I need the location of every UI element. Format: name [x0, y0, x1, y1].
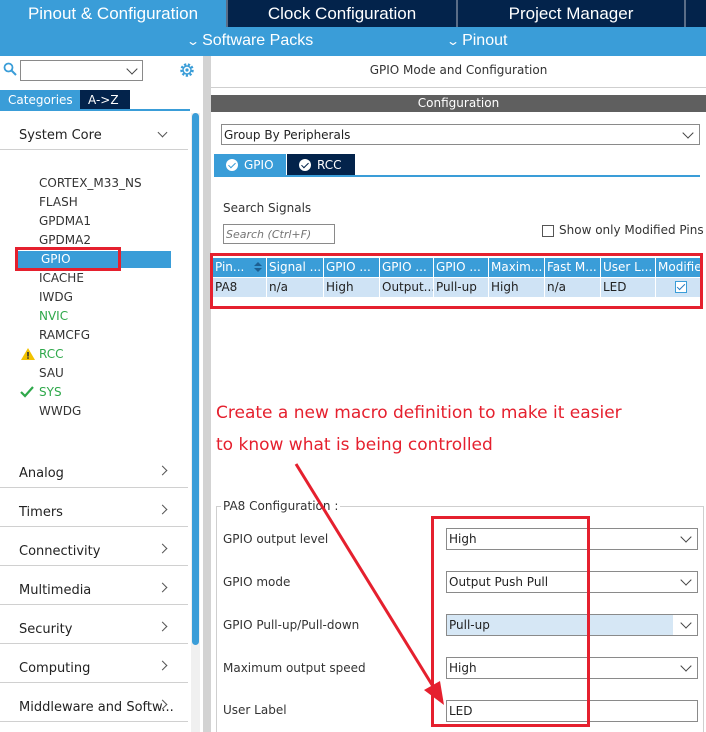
show-modified-checkbox[interactable]	[542, 225, 554, 237]
tab-clock-configuration[interactable]: Clock Configuration	[228, 0, 458, 27]
chevron-down-icon	[126, 63, 138, 75]
software-packs-menu[interactable]: ⌄ Software Packs	[185, 32, 314, 50]
show-modified-label: Show only Modified Pins	[559, 223, 704, 237]
category-analog[interactable]: Analog	[0, 458, 188, 488]
pinout-menu[interactable]: ⌄ Pinout	[445, 32, 508, 50]
tab-project-manager[interactable]: Project Manager	[458, 0, 686, 27]
chevron-right-icon	[157, 660, 168, 671]
search-signals-input[interactable]	[223, 224, 335, 244]
panel-splitter[interactable]	[203, 56, 211, 732]
chevron-down-icon: ⌄	[445, 34, 461, 48]
label-pull-up-down: GPIO Pull-up/Pull-down	[223, 618, 360, 632]
chevron-down-icon: ⌄	[185, 34, 201, 48]
chevron-right-icon	[157, 465, 168, 476]
periph-rcc[interactable]: RCC	[39, 347, 64, 361]
chevron-down-icon	[682, 127, 694, 139]
tab-label: RCC	[317, 157, 342, 172]
periph-iwdg[interactable]: IWDG	[39, 290, 73, 304]
annotation-box-gpio	[15, 247, 121, 271]
periph-gpdma1[interactable]: GPDMA1	[39, 214, 91, 228]
sub-menu-bar: ⌄ Software Packs ⌄ Pinout	[0, 27, 706, 56]
periph-nvic[interactable]: NVIC	[39, 309, 68, 323]
left-scrollbar-thumb[interactable]	[192, 113, 199, 645]
chevron-right-icon	[157, 621, 168, 632]
periph-sys[interactable]: SYS	[39, 385, 62, 399]
label-user-label: User Label	[223, 703, 287, 717]
periph-cortex-m33-ns[interactable]: CORTEX_M33_NS	[39, 176, 142, 190]
category-multimedia[interactable]: Multimedia	[0, 575, 188, 605]
chevron-down-icon	[157, 127, 168, 138]
pa8-configuration-title: PA8 Configuration :	[221, 499, 341, 513]
tab-pinout-configuration[interactable]: Pinout & Configuration	[0, 0, 228, 27]
category-computing[interactable]: Computing	[0, 653, 188, 683]
category-label: Multimedia	[19, 583, 92, 598]
configuration-header: Configuration	[211, 95, 706, 112]
check-circle-icon	[226, 158, 238, 171]
software-packs-label: Software Packs	[202, 32, 314, 49]
mode-title: GPIO Mode and Configuration	[369, 63, 548, 77]
label-gpio-mode: GPIO mode	[223, 575, 291, 589]
stm32cubemx-window: Pinout & Configuration Clock Configurati…	[0, 0, 706, 732]
category-security[interactable]: Security	[0, 614, 188, 644]
check-circle-icon	[299, 158, 311, 171]
divider	[211, 87, 706, 88]
search-combo[interactable]	[20, 60, 143, 81]
tab-a-to-z[interactable]: A->Z	[80, 90, 130, 109]
top-tab-bar: Pinout & Configuration Clock Configurati…	[0, 0, 706, 27]
group-by-select[interactable]: Group By Peripherals	[221, 124, 700, 145]
checkmark-icon	[20, 386, 34, 398]
category-label: Connectivity	[19, 544, 101, 559]
category-label: System Core	[19, 128, 102, 143]
chevron-down-icon	[680, 531, 692, 543]
chevron-right-icon	[157, 543, 168, 554]
category-timers[interactable]: Timers	[0, 497, 188, 527]
label-output-level: GPIO output level	[223, 532, 329, 546]
search-icon	[3, 62, 17, 76]
search-signals-label: Search Signals	[223, 201, 312, 215]
warning-icon	[21, 348, 35, 360]
tab-rcc[interactable]: RCC	[287, 154, 355, 175]
gear-icon[interactable]	[178, 61, 196, 79]
category-view-tabs: Categories A->Z	[0, 90, 130, 109]
annotation-line-1: Create a new macro definition to make it…	[216, 403, 622, 423]
periph-gpdma2[interactable]: GPDMA2	[39, 233, 91, 247]
tab-categories[interactable]: Categories	[0, 90, 80, 109]
group-by-value: Group By Peripherals	[224, 128, 351, 142]
category-connectivity[interactable]: Connectivity	[0, 536, 188, 566]
pinout-label: Pinout	[462, 32, 508, 49]
chevron-right-icon	[157, 582, 168, 593]
tab-underline	[0, 109, 190, 111]
category-system-core[interactable]: System Core	[0, 120, 188, 150]
periph-icache[interactable]: ICACHE	[39, 271, 84, 285]
category-label: Security	[19, 622, 73, 637]
tab-label: GPIO	[244, 157, 274, 172]
category-middleware[interactable]: Middleware and Softw...	[0, 692, 188, 722]
category-label: Analog	[19, 466, 64, 481]
category-label: Computing	[19, 661, 91, 676]
tab-overflow[interactable]	[686, 0, 706, 27]
periph-flash[interactable]: FLASH	[39, 195, 78, 209]
periph-ramcfg[interactable]: RAMCFG	[39, 328, 90, 342]
annotation-line-2: to know what is being controlled	[216, 435, 493, 455]
chevron-down-icon	[680, 574, 692, 586]
label-max-speed: Maximum output speed	[223, 661, 366, 675]
chevron-down-icon	[680, 660, 692, 672]
annotation-box-table	[210, 253, 703, 309]
periph-wwdg[interactable]: WWDG	[39, 404, 81, 418]
tab-gpio[interactable]: GPIO	[214, 154, 286, 175]
periph-sau[interactable]: SAU	[39, 366, 64, 380]
chevron-right-icon	[157, 504, 168, 515]
tab-underline	[214, 175, 700, 177]
category-label: Middleware and Softw...	[19, 700, 174, 715]
annotation-box-config-values	[431, 516, 590, 727]
category-label: Timers	[19, 505, 63, 520]
